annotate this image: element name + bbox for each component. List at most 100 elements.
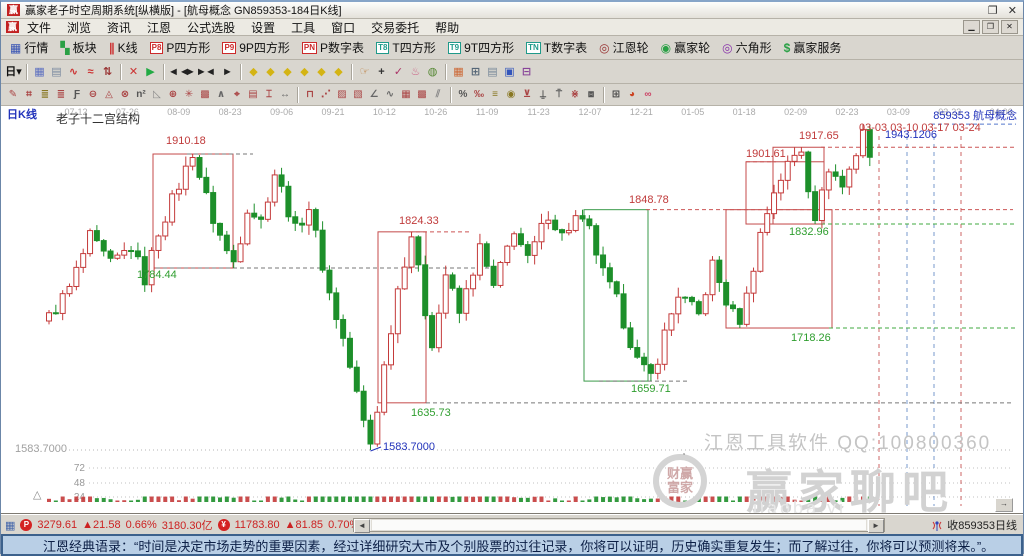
first-page-icon[interactable]: ◄◄: [168, 62, 190, 82]
play-icon[interactable]: ▶: [142, 62, 159, 82]
select-icon[interactable]: ✓: [390, 62, 407, 82]
hatch2-tool-icon[interactable]: ▧: [350, 86, 366, 104]
menu-item-交易委托[interactable]: 交易委托: [363, 18, 427, 37]
kline-button[interactable]: ∥ K线: [104, 37, 143, 58]
table-tool-icon[interactable]: ▤: [245, 86, 261, 104]
p-number-table-button[interactable]: PN P数字表: [297, 37, 369, 58]
delete-icon[interactable]: ✕: [125, 62, 142, 82]
export-icon[interactable]: ⊟: [518, 62, 535, 82]
period-selector[interactable]: 日▾: [5, 62, 22, 82]
hatch-tool-icon[interactable]: ▨: [334, 86, 350, 104]
globe-icon[interactable]: ◍: [424, 62, 441, 82]
quotes-button[interactable]: ▦ 行情: [5, 37, 53, 58]
calendar-icon[interactable]: ▦: [450, 62, 467, 82]
gann-diamond-icon[interactable]: ◆: [262, 62, 279, 82]
dots-line-icon[interactable]: ⋰: [318, 86, 334, 104]
angle-tool-icon[interactable]: ◺: [149, 86, 165, 104]
t-number-table-button[interactable]: TN T数字表: [521, 37, 592, 58]
resistance-tool-icon[interactable]: ⍑: [551, 86, 567, 104]
menu-item-帮助[interactable]: 帮助: [427, 18, 467, 37]
hexagon-button[interactable]: ◎ 六角形: [717, 37, 777, 58]
scroll-left-icon[interactable]: ◄: [354, 519, 370, 533]
gann-fan-icon[interactable]: ≣: [37, 86, 53, 104]
peak-tool-icon[interactable]: ∧: [213, 86, 229, 104]
fibonacci-icon[interactable]: Ƒ: [69, 86, 85, 104]
scrollbar-thumb[interactable]: [371, 519, 867, 531]
restore-child-icon[interactable]: ❐: [982, 20, 999, 34]
circle-tool-icon[interactable]: ⊖: [85, 86, 101, 104]
xor-tool-icon[interactable]: ⊻: [519, 86, 535, 104]
kline-style-icon[interactable]: ∿: [65, 62, 82, 82]
9t-square-button[interactable]: T9 9T四方形: [443, 37, 519, 58]
t-square-button[interactable]: T8 T四方形: [371, 37, 441, 58]
grid3-tool-icon[interactable]: ▩: [414, 86, 430, 104]
scale-icon[interactable]: ⇅: [99, 62, 116, 82]
pencil-icon[interactable]: ✎: [5, 86, 21, 104]
horizontal-scrollbar[interactable]: ◄ ►: [353, 518, 885, 533]
close-child-icon[interactable]: ✕: [1001, 20, 1018, 34]
close-window-icon[interactable]: ✕: [1008, 4, 1017, 17]
collapse-arrow-button[interactable]: →: [995, 498, 1013, 512]
kline-style2-icon[interactable]: ≈: [82, 62, 99, 82]
cross-circle-icon[interactable]: ⊗: [117, 86, 133, 104]
gann-diamond-icon[interactable]: ◆: [330, 62, 347, 82]
last-page-icon[interactable]: ►►: [185, 62, 207, 82]
gann-wheel-button[interactable]: ◎ 江恩轮: [594, 37, 654, 58]
permille-tool-icon[interactable]: ‰: [471, 86, 487, 104]
notes-icon[interactable]: ▤: [484, 62, 501, 82]
center-tool-icon[interactable]: ◉: [503, 86, 519, 104]
parallel-lines-icon[interactable]: ⫽: [430, 86, 446, 104]
square-numbers-icon[interactable]: n²: [133, 86, 149, 104]
angle2-tool-icon[interactable]: ∠: [366, 86, 382, 104]
tag-icon[interactable]: ♨: [407, 62, 424, 82]
box-tool-icon[interactable]: ⧈: [583, 86, 599, 104]
range-tool-icon[interactable]: ↔: [277, 86, 293, 104]
grid2-tool-icon[interactable]: ▦: [398, 86, 414, 104]
levels-tool-icon[interactable]: ≡: [487, 86, 503, 104]
p-square-button[interactable]: P8 P四方形: [145, 37, 216, 58]
menu-item-资讯[interactable]: 资讯: [99, 18, 139, 37]
menu-item-江恩[interactable]: 江恩: [139, 18, 179, 37]
candlestick-chart[interactable]: 72 48 24 日K线 07-12 07-26 08-09 08-23 09-06 09-2…: [1, 106, 1023, 514]
support-tool-icon[interactable]: ⍊: [535, 86, 551, 104]
gann-diamond-icon[interactable]: ◆: [279, 62, 296, 82]
gann-grid-icon[interactable]: ≣: [53, 86, 69, 104]
save-icon[interactable]: ▣: [501, 62, 518, 82]
triangle-tool-icon[interactable]: ◬: [101, 86, 117, 104]
menu-item-文件[interactable]: 文件: [19, 18, 59, 37]
scroll-right-icon[interactable]: ►: [868, 519, 884, 533]
target-tool-icon[interactable]: ⌖: [229, 86, 245, 104]
percent-tool-icon[interactable]: %: [455, 86, 471, 104]
gann-diamond-icon[interactable]: ◆: [245, 62, 262, 82]
next-icon[interactable]: ►: [219, 62, 236, 82]
menu-item-公式选股[interactable]: 公式选股: [179, 18, 243, 37]
wave-tool-icon[interactable]: ∿: [382, 86, 398, 104]
pie-icon[interactable]: ◕: [624, 86, 640, 104]
infinity-icon[interactable]: ∞: [640, 86, 656, 104]
gann-diamond-icon[interactable]: ◆: [313, 62, 330, 82]
menu-item-浏览[interactable]: 浏览: [59, 18, 99, 37]
restore-window-icon[interactable]: ❐: [988, 4, 998, 17]
shade-tool-icon[interactable]: ▩: [197, 86, 213, 104]
hand-icon[interactable]: ☞: [356, 62, 373, 82]
grid-tool-icon[interactable]: ⌗: [21, 86, 37, 104]
winner-wheel-button[interactable]: ◉ 赢家轮: [656, 37, 716, 58]
asterisk-tool-icon[interactable]: ⋇: [567, 86, 583, 104]
crosshair-icon[interactable]: +: [373, 62, 390, 82]
gann-diamond-icon[interactable]: ◆: [296, 62, 313, 82]
gann-circle-icon[interactable]: ⊕: [165, 86, 181, 104]
beam-tool-icon[interactable]: ⌶: [261, 86, 277, 104]
panel-grid-icon[interactable]: ⊞: [608, 86, 624, 104]
9p-square-button[interactable]: P9 9P四方形: [217, 37, 294, 58]
prev-icon[interactable]: ◄: [202, 62, 219, 82]
menu-item-窗口[interactable]: 窗口: [323, 18, 363, 37]
menu-item-工具[interactable]: 工具: [283, 18, 323, 37]
copy-icon[interactable]: ▤: [48, 62, 65, 82]
menu-item-设置[interactable]: 设置: [243, 18, 283, 37]
sectors-button[interactable]: ▚ 板块: [55, 37, 101, 58]
calculator-icon[interactable]: ⊞: [467, 62, 484, 82]
bracket-tool-icon[interactable]: ⊓: [302, 86, 318, 104]
star-tool-icon[interactable]: ✳: [181, 86, 197, 104]
winner-service-button[interactable]: $ 赢家服务: [779, 37, 847, 58]
grid-icon[interactable]: ▦: [5, 519, 15, 532]
